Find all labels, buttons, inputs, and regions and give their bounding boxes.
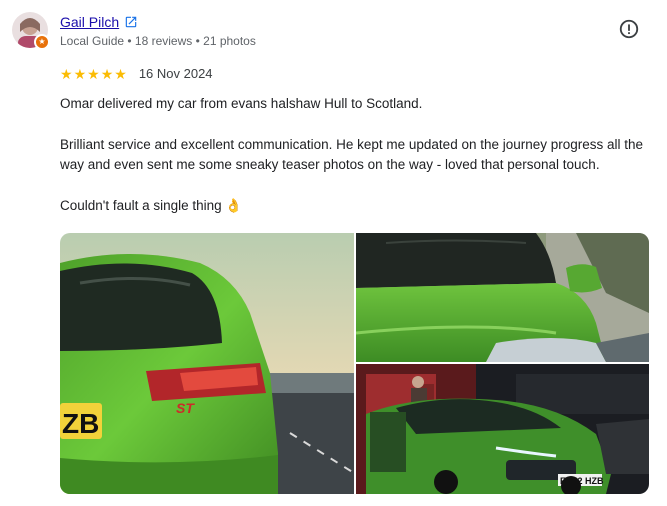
review-photo-bonnet[interactable] <box>356 233 649 362</box>
star-icon: ★ <box>60 65 73 82</box>
star-icon: ★ <box>73 65 87 82</box>
rear-plate-text: ZB <box>62 408 99 439</box>
reviewer-meta: Local Guide • 18 reviews • 21 photos <box>60 34 256 48</box>
local-guide-badge-icon: ★ <box>34 34 50 50</box>
review-paragraph: Couldn't fault a single thing 👌 <box>60 197 243 213</box>
review-paragraph: Brilliant service and excellent communic… <box>60 136 644 173</box>
star-icon: ★ <box>100 65 114 82</box>
open-in-new-icon[interactable] <box>124 15 138 29</box>
star-rating: ★ ★ ★ ★ ★ <box>60 67 127 81</box>
star-icon: ★ <box>114 65 127 82</box>
review-date: 16 Nov 2024 <box>138 66 213 81</box>
review-photo-night[interactable]: EK22 HZB <box>356 364 649 494</box>
st-badge-text: ST <box>176 400 195 416</box>
reviewer-name-link[interactable]: Gail Pilch <box>60 14 119 30</box>
report-icon[interactable] <box>618 18 640 40</box>
review-photo-rear[interactable]: ZB ST <box>60 233 354 494</box>
review-paragraph: Omar delivered my car from evans halshaw… <box>60 96 423 111</box>
reviewer-avatar[interactable]: ★ <box>12 12 50 50</box>
review-text: Omar delivered my car from evans halshaw… <box>60 94 660 216</box>
star-icon: ★ <box>87 65 100 82</box>
